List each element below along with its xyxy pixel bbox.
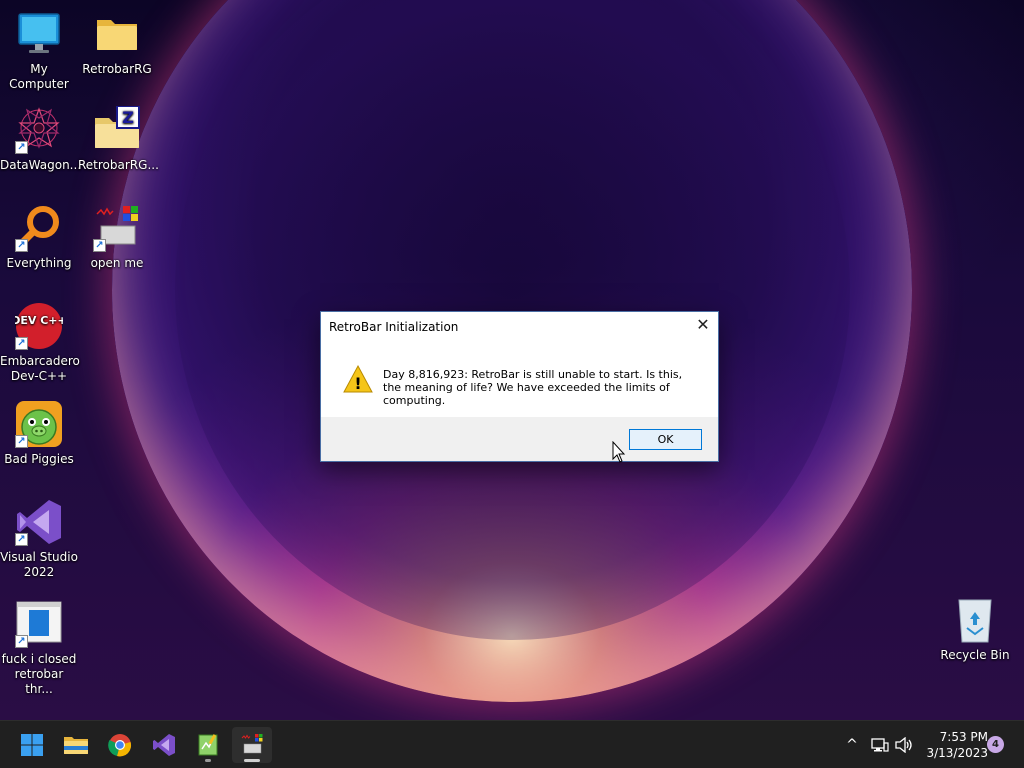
svg-text:Z: Z [122, 108, 134, 127]
tray-overflow-chevron-icon[interactable]: ^ [842, 735, 862, 755]
visual-studio-icon [153, 734, 175, 756]
desktop-icon-recycle-bin[interactable]: Recycle Bin [936, 596, 1014, 663]
shortcut-arrow-icon: ↗ [15, 533, 28, 546]
devcpp-icon: DEV C++ ↗ [11, 302, 67, 350]
taskbar-retrobar[interactable] [232, 727, 272, 763]
ok-button[interactable]: OK [629, 429, 702, 450]
taskbar-visual-studio[interactable] [144, 727, 184, 763]
shortcut-arrow-icon: ↗ [15, 337, 28, 350]
shortcut-arrow-icon: ↗ [93, 239, 106, 252]
desktop-icon-everything[interactable]: ↗ Everything [0, 204, 78, 271]
zip-folder-icon: Z [93, 105, 141, 154]
clock-time: 7:53 PM [939, 730, 988, 744]
desktop-icon-bad-piggies[interactable]: ↗ Bad Piggies [0, 400, 78, 467]
pig-icon: ↗ [15, 400, 63, 448]
desktop-icon-open-me[interactable]: ↗ open me [78, 204, 156, 271]
start-button[interactable] [12, 727, 52, 763]
desktop-icon-label: Everything [6, 256, 72, 270]
document-icon: ↗ [15, 600, 63, 648]
taskbar-notepad[interactable] [188, 727, 228, 763]
magnifier-icon: ↗ [15, 204, 63, 252]
desktop-icon-datawagon[interactable]: ↗ DataWagon... [0, 106, 82, 173]
desktop-icon-label: Bad Piggies [4, 452, 74, 466]
shortcut-arrow-icon: ↗ [15, 239, 28, 252]
clock[interactable]: 7:53 PM 3/13/2023 [918, 729, 988, 761]
clock-date: 3/13/2023 [926, 746, 988, 760]
taskbar-file-explorer[interactable] [56, 727, 96, 763]
chrome-icon [108, 734, 132, 757]
retro-app-icon [241, 734, 263, 754]
desktop-icon-visual-studio[interactable]: ↗ Visual Studio 2022 [0, 498, 78, 580]
desktop-icon-devcpp[interactable]: DEV C++ ↗ Embarcadero Dev-C++ [0, 302, 80, 384]
desktop-icon-label: My Computer [9, 62, 69, 91]
windows-logo-icon [21, 734, 43, 756]
dialog-footer: OK [321, 417, 718, 461]
desktop-icon-label: Visual Studio 2022 [0, 550, 78, 579]
mouse-pointer-icon [612, 440, 626, 463]
network-icon[interactable] [870, 735, 890, 755]
notification-badge[interactable]: 4 [987, 736, 1004, 753]
visual-studio-icon: ↗ [15, 498, 63, 546]
desktop-icon-retrobarrg-folder[interactable]: RetrobarRG [78, 10, 156, 77]
monitor-icon [15, 10, 63, 58]
shortcut-arrow-icon: ↗ [15, 635, 28, 648]
folder-icon [93, 10, 141, 58]
spirograph-icon: ↗ [15, 106, 63, 154]
taskbar-chrome[interactable] [100, 727, 140, 763]
devcpp-icon-text: DEV C++ [15, 314, 63, 327]
shortcut-arrow-icon: ↗ [15, 435, 28, 448]
running-indicator [244, 759, 260, 762]
retrobar-error-dialog[interactable]: RetroBar Initialization ✕ ! Day 8,816,92… [320, 311, 719, 462]
desktop-icon-label: Embarcadero Dev-C++ [0, 354, 80, 383]
folder-icon [64, 737, 88, 754]
desktop-icon-retrobarrg-zip[interactable]: Z RetrobarRG... [78, 105, 159, 173]
desktop-icon-fuck-i-closed[interactable]: ↗ fuck i closed retrobar thr... [0, 600, 78, 697]
desktop-icon-label: Recycle Bin [940, 648, 1010, 662]
desktop-icon-my-computer[interactable]: My Computer [0, 10, 78, 92]
taskbar: ^ 7:53 PM 3/13/2023 4 [0, 720, 1024, 768]
desktop-icon-label: RetrobarRG [82, 62, 152, 76]
shortcut-arrow-icon: ↗ [15, 141, 28, 154]
close-icon[interactable]: ✕ [694, 316, 712, 334]
running-indicator [205, 759, 211, 762]
recycle-bin-icon [951, 596, 999, 644]
retro-app-icon: ↗ [93, 204, 141, 252]
volume-icon[interactable] [894, 735, 914, 755]
desktop-icon-label: fuck i closed retrobar thr... [1, 652, 77, 696]
desktop-icon-label: open me [90, 256, 144, 270]
warning-glyph: ! [354, 374, 361, 393]
warning-icon: ! [343, 364, 373, 394]
notepad-icon [198, 734, 218, 756]
dialog-message: Day 8,816,923: RetroBar is still unable … [383, 368, 683, 407]
desktop-icon-label: DataWagon... [0, 158, 82, 172]
dialog-title: RetroBar Initialization [329, 320, 459, 334]
desktop-icon-label: RetrobarRG... [78, 158, 159, 172]
